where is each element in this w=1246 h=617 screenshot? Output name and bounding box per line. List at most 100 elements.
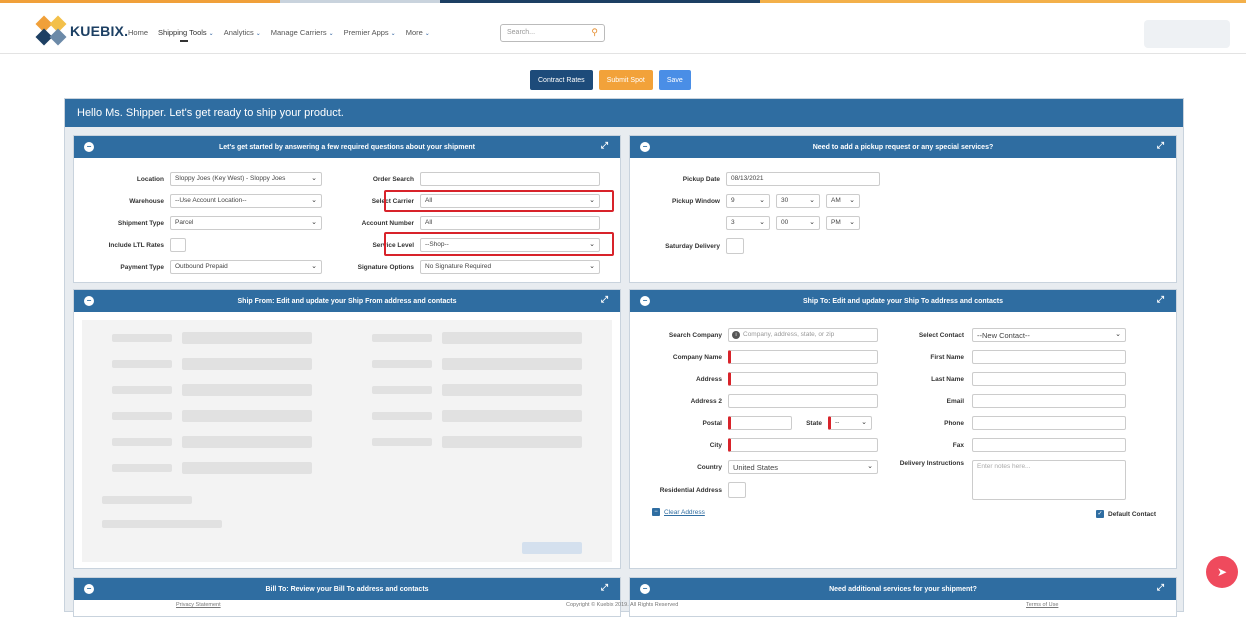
last-name-input[interactable]: [972, 372, 1126, 386]
window-start-hour-select[interactable]: 9 ⌄: [726, 194, 770, 208]
collapse-icon[interactable]: −: [640, 142, 650, 152]
include-ltl-label: Include LTL Rates: [108, 241, 164, 249]
action-buttons: Contract Rates Submit Spot Save: [530, 70, 691, 90]
saturday-delivery-checkbox[interactable]: [726, 238, 744, 254]
ship-to-card: − Ship To: Edit and update your Ship To …: [629, 289, 1177, 569]
chat-bubble-icon: ➤: [1216, 565, 1228, 579]
company-name-input[interactable]: [728, 350, 878, 364]
chevron-down-icon: ⌄: [424, 31, 430, 37]
search-icon[interactable]: ⚲: [591, 27, 598, 38]
fax-input[interactable]: [972, 438, 1126, 452]
first-name-input[interactable]: [972, 350, 1126, 364]
expand-icon[interactable]: ⤢: [601, 582, 608, 593]
postal-input[interactable]: [728, 416, 792, 430]
expand-icon[interactable]: ⤢: [601, 294, 608, 305]
nav-more[interactable]: More ⌄: [406, 28, 430, 37]
signature-options-select[interactable]: No Signature Required ⌄: [420, 260, 600, 274]
save-button[interactable]: Save: [658, 70, 691, 90]
top-navbar: KUEBIX. Home Shipping Tools ⌄ Analytics ⌄ …: [0, 6, 1246, 54]
nav-manage-carriers[interactable]: Manage Carriers ⌄: [271, 28, 334, 37]
country-select[interactable]: United States ⌄: [728, 460, 878, 474]
collapse-icon[interactable]: −: [84, 584, 94, 594]
window-end-ampm-select[interactable]: PM ⌄: [826, 216, 860, 230]
window-end-hour-select[interactable]: 3 ⌄: [726, 216, 770, 230]
shipment-type-select[interactable]: Parcel ⌄: [170, 216, 322, 230]
location-label: Location: [136, 175, 164, 183]
account-number-input[interactable]: All: [420, 216, 600, 230]
state-select[interactable]: -- ⌄: [828, 416, 872, 430]
minus-square-icon: −: [652, 508, 660, 516]
window-start-minute-select[interactable]: 30 ⌄: [776, 194, 820, 208]
collapse-icon[interactable]: −: [640, 296, 650, 306]
pickup-date-label: Pickup Date: [682, 175, 720, 183]
nav-home[interactable]: Home: [128, 28, 148, 37]
expand-icon[interactable]: ⤢: [1157, 294, 1164, 305]
location-select[interactable]: Sloppy Joes (Key West) - Sloppy Joes ⌄: [170, 172, 322, 186]
collapse-icon[interactable]: −: [84, 296, 94, 306]
select-contact-select[interactable]: --New Contact-- ⌄: [972, 328, 1126, 342]
submit-spot-button[interactable]: Submit Spot: [598, 70, 653, 90]
account-number-label: Account Number: [361, 219, 414, 227]
chevron-down-icon: ⌄: [311, 263, 317, 270]
pickup-date-input[interactable]: 08/13/2021: [726, 172, 880, 186]
search-input[interactable]: Search... ⚲: [500, 24, 605, 42]
privacy-link[interactable]: Privacy Statement: [176, 602, 221, 608]
phone-input[interactable]: [972, 416, 1126, 430]
contract-rates-button[interactable]: Contract Rates: [530, 70, 593, 90]
email-label: Email: [946, 397, 964, 405]
highlight-select-carrier: [384, 190, 614, 212]
greeting-header: Hello Ms. Shipper. Let's get ready to sh…: [65, 99, 1183, 127]
payment-type-select[interactable]: Outbound Prepaid ⌄: [170, 260, 322, 274]
pickup-window-label: Pickup Window: [672, 197, 720, 205]
search-company-input[interactable]: i Company, address, state, or zip: [728, 328, 878, 342]
address-label: Address: [695, 375, 722, 383]
default-contact-toggle[interactable]: ✓ Default Contact: [1096, 510, 1156, 518]
card-header: − Ship From: Edit and update your Ship F…: [74, 290, 620, 312]
card-header: − Bill To: Review your Bill To address a…: [74, 578, 620, 600]
order-search-input[interactable]: [420, 172, 600, 186]
collapse-icon[interactable]: −: [84, 142, 94, 152]
chevron-down-icon: ⌄: [1115, 331, 1121, 338]
terms-link[interactable]: Terms of Use: [1026, 602, 1058, 608]
window-end-minute-select[interactable]: 00 ⌄: [776, 216, 820, 230]
city-input[interactable]: [728, 438, 878, 452]
collapse-icon[interactable]: −: [640, 584, 650, 594]
include-ltl-checkbox[interactable]: [170, 238, 186, 252]
card-header: − Let's get started by answering a few r…: [74, 136, 620, 158]
card-header: − Need to add a pickup request or any sp…: [630, 136, 1176, 158]
nav-premier-apps[interactable]: Premier Apps ⌄: [344, 28, 396, 37]
chevron-down-icon: ⌄: [867, 463, 873, 470]
window-start-ampm-select[interactable]: AM ⌄: [826, 194, 860, 208]
logo-mark-icon: [35, 15, 67, 46]
city-label: City: [709, 441, 722, 449]
nav-shipping-tools[interactable]: Shipping Tools ⌄: [158, 28, 214, 42]
email-input[interactable]: [972, 394, 1126, 408]
user-menu[interactable]: [1144, 20, 1230, 48]
chevron-down-icon: ⌄: [208, 31, 214, 37]
expand-icon[interactable]: ⤢: [1157, 582, 1164, 593]
clear-address-link[interactable]: − Clear Address: [652, 508, 705, 516]
residential-address-checkbox[interactable]: [728, 482, 746, 498]
address-input[interactable]: [728, 372, 878, 386]
kuebix-logo[interactable]: KUEBIX.: [35, 15, 133, 46]
check-icon: ✓: [1096, 510, 1104, 518]
address2-label: Address 2: [690, 397, 722, 405]
chat-help-button[interactable]: ➤: [1206, 556, 1238, 588]
country-label: Country: [697, 463, 722, 471]
residential-address-label: Residential Address: [659, 486, 722, 494]
address2-input[interactable]: [728, 394, 878, 408]
card-header: − Need additional services for your ship…: [630, 578, 1176, 600]
warehouse-select[interactable]: --Use Account Location-- ⌄: [170, 194, 322, 208]
chevron-down-icon: ⌄: [861, 419, 867, 426]
expand-icon[interactable]: ⤢: [601, 140, 608, 151]
phone-label: Phone: [944, 419, 964, 427]
expand-icon[interactable]: ⤢: [1157, 140, 1164, 151]
nav-analytics[interactable]: Analytics ⌄: [224, 28, 261, 37]
pickup-card: − Need to add a pickup request or any sp…: [629, 135, 1177, 283]
chevron-down-icon: ⌄: [390, 31, 396, 37]
chevron-down-icon: ⌄: [589, 263, 595, 270]
footer: Privacy Statement Copyright © Kuebix 201…: [0, 600, 1246, 612]
delivery-instructions-textarea[interactable]: Enter notes here...: [972, 460, 1126, 500]
search-company-label: Search Company: [668, 331, 722, 339]
first-name-label: First Name: [930, 353, 964, 361]
